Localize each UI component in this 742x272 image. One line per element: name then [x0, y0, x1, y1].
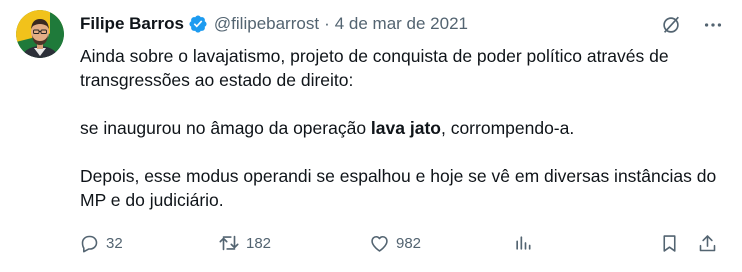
heart-icon	[368, 232, 390, 254]
tweet-paragraph-1: Ainda sobre o lavajatismo, projeto de co…	[80, 46, 669, 90]
share-icon	[696, 232, 718, 254]
tweet-date[interactable]: 4 de mar de 2021	[335, 14, 468, 34]
more-icon[interactable]	[702, 14, 724, 36]
retweet-button[interactable]: 182	[218, 232, 271, 254]
retweet-count: 182	[246, 234, 272, 252]
text-segment: , corrompendo-a.	[440, 118, 575, 138]
separator-dot: ·	[324, 14, 330, 33]
bookmark-icon	[658, 232, 680, 254]
tweet-header: Filipe Barros @filipebarrost · 4 de mar …	[80, 12, 468, 36]
views-icon	[512, 232, 534, 254]
author-name[interactable]: Filipe Barros	[80, 14, 184, 34]
bold-text: lava jato	[370, 118, 441, 138]
tweet-text: Ainda sobre o lavajatismo, projeto de co…	[80, 44, 720, 212]
verified-badge-icon	[188, 14, 208, 34]
grok-icon[interactable]	[660, 14, 682, 36]
top-actions	[660, 14, 724, 36]
avatar[interactable]	[16, 10, 64, 58]
author-handle[interactable]: @filipebarrost	[214, 14, 319, 34]
like-count: 982	[396, 234, 422, 252]
reply-button[interactable]: 32	[78, 232, 123, 254]
reply-count: 32	[106, 234, 123, 252]
views-button[interactable]	[512, 232, 534, 254]
tweet-paragraph-3: Depois, esse modus operandi se espalhou …	[80, 166, 717, 210]
tweet: Filipe Barros @filipebarrost · 4 de mar …	[0, 0, 742, 272]
text-segment: se inaugurou no âmago da operação	[80, 118, 371, 138]
share-button[interactable]	[696, 232, 718, 254]
retweet-icon	[218, 232, 240, 254]
bookmark-button[interactable]	[658, 232, 680, 254]
like-button[interactable]: 982	[368, 232, 421, 254]
reply-icon	[78, 232, 100, 254]
action-bar: 32 182 982	[78, 231, 724, 255]
tweet-paragraph-2: se inaugurou no âmago da operação lava j…	[80, 116, 720, 140]
